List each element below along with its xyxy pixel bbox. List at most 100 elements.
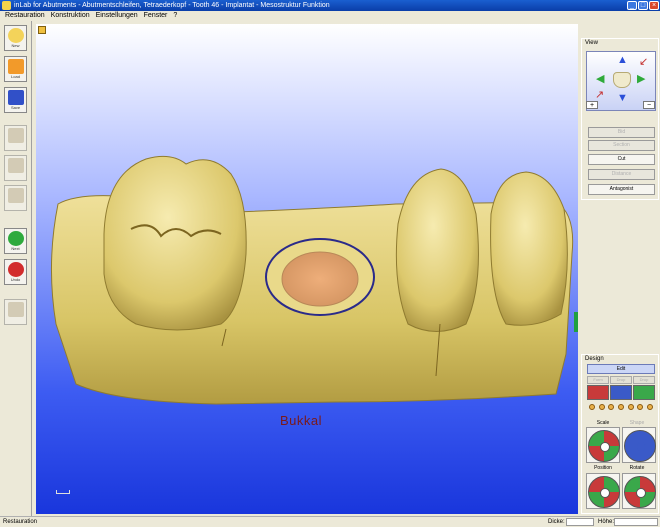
arrow-down-icon[interactable]: ▼	[617, 93, 628, 104]
window-title: inLab for Abutments - Abutmentschleifen,…	[14, 2, 330, 9]
antagonist-button[interactable]: Antagonist	[588, 184, 655, 195]
view-title: View	[585, 40, 598, 46]
dental-model[interactable]	[36, 24, 578, 514]
position-dial-box	[586, 473, 620, 509]
cut-button[interactable]: Cut	[588, 154, 655, 165]
menu-konstruktion[interactable]: Konstruktion	[48, 11, 93, 21]
tooth-premolar-2	[490, 171, 568, 326]
scale-dial-box	[586, 427, 620, 463]
design-title: Design	[585, 356, 604, 362]
rotate-label: Rotate	[629, 465, 645, 471]
restore-tooth-icon	[7, 128, 24, 143]
design-tooth-button[interactable]	[4, 185, 27, 211]
form-tab[interactable]: Form	[587, 376, 609, 384]
save-button[interactable]: Save	[4, 87, 27, 113]
menu-fenster[interactable]: Fenster	[141, 11, 171, 21]
save-disk-icon	[7, 90, 24, 105]
rotate-right-icon[interactable]: ↙	[639, 57, 648, 68]
menu-help[interactable]: ?	[170, 11, 180, 21]
load-label: Load	[11, 74, 20, 79]
left-toolbar: New Load Save Next Undo	[0, 21, 32, 516]
arrow-up-icon[interactable]: ▲	[617, 55, 628, 66]
dot-icon[interactable]	[608, 403, 615, 410]
abutment-top	[281, 251, 359, 307]
scale-label: Scale	[596, 420, 610, 426]
new-icon	[7, 28, 24, 43]
zoom-out-button[interactable]: −	[643, 101, 655, 109]
dot-icon[interactable]	[627, 403, 634, 410]
tooth-molar-left	[103, 155, 247, 331]
dot-icon[interactable]	[637, 403, 644, 410]
menu-bar: Restauration Konstruktion Einstellungen …	[0, 11, 660, 21]
right-panel: View ▲ ▼ ◀ ▶ ↙ ↗ + − Bid Section Cut Dis…	[581, 38, 659, 514]
close-button[interactable]: ×	[649, 1, 659, 10]
position-label: Position	[594, 465, 612, 471]
undo-arrow-icon	[7, 262, 24, 277]
rotate-dial[interactable]	[624, 476, 656, 508]
edit-tab[interactable]: Edit	[587, 364, 655, 374]
new-button[interactable]: New	[4, 25, 27, 51]
shape-dial-box	[622, 427, 656, 463]
app-window: inLab for Abutments - Abutmentschleifen,…	[0, 0, 660, 527]
position-dial[interactable]	[588, 476, 620, 508]
save-label: Save	[10, 105, 21, 110]
view-group: View ▲ ▼ ◀ ▶ ↙ ↗ + − Bid Section Cut Dis…	[581, 38, 659, 200]
hand-tool-green-icon[interactable]	[633, 385, 655, 400]
scale-dial[interactable]	[588, 430, 620, 462]
scale-bar	[56, 490, 70, 494]
export-icon	[7, 302, 24, 317]
hoehe-field	[614, 518, 658, 526]
edit-tooth-icon	[7, 158, 24, 173]
tooth-preview-icon	[613, 72, 631, 88]
rotate-left-icon[interactable]: ↗	[595, 90, 604, 101]
design-subtabs: Form Drop Drop	[587, 376, 655, 384]
maximize-button[interactable]: □	[638, 1, 648, 10]
3d-viewport[interactable]: Bukkal	[36, 24, 578, 514]
dot-icon[interactable]	[617, 403, 624, 410]
shape-label: Shape	[629, 420, 645, 426]
shape-dial[interactable]	[624, 430, 656, 462]
edit-tooth-button[interactable]	[4, 155, 27, 181]
hand-tool-red-icon[interactable]	[587, 385, 609, 400]
dot-icon[interactable]	[598, 403, 605, 410]
arrow-right-icon[interactable]: ▶	[637, 74, 645, 85]
app-logo-icon	[2, 1, 11, 10]
tooth-premolar-1	[395, 168, 479, 332]
tool-size-dots[interactable]	[587, 402, 655, 411]
rotate-dial-box	[622, 473, 656, 509]
drop-tab-2[interactable]: Drop	[633, 376, 655, 384]
load-folder-icon	[7, 59, 24, 74]
export-button[interactable]	[4, 299, 27, 325]
undo-label: Undo	[10, 277, 21, 282]
dicke-field	[566, 518, 594, 526]
next-label: Next	[11, 246, 20, 251]
hoehe-label: Höhe:	[598, 519, 615, 525]
status-bar: Restauration Dicke: Höhe:	[0, 516, 660, 527]
section-button[interactable]: Section	[588, 140, 655, 151]
next-arrow-icon	[7, 231, 24, 246]
design-tooth-icon	[7, 188, 24, 203]
restore-tooth-button[interactable]	[4, 125, 27, 151]
dot-icon[interactable]	[588, 403, 595, 410]
minimize-button[interactable]: _	[627, 1, 637, 10]
bid-button[interactable]: Bid	[588, 127, 655, 138]
design-group: Design Edit Form Drop Drop Scale Shape P…	[581, 354, 659, 514]
hand-tools	[587, 385, 655, 400]
distance-button[interactable]: Distance	[588, 169, 655, 180]
bukkal-label: Bukkal	[280, 413, 323, 428]
title-bar: inLab for Abutments - Abutmentschleifen,…	[0, 0, 660, 11]
hand-tool-blue-icon[interactable]	[610, 385, 632, 400]
dot-icon[interactable]	[647, 403, 654, 410]
menu-restauration[interactable]: Restauration	[2, 11, 48, 21]
next-button[interactable]: Next	[4, 228, 27, 254]
new-label: New	[11, 43, 20, 48]
status-text: Restauration	[3, 519, 38, 525]
dicke-label: Dicke:	[548, 519, 565, 525]
menu-einstellungen[interactable]: Einstellungen	[93, 11, 141, 21]
load-button[interactable]: Load	[4, 56, 27, 82]
drop-tab[interactable]: Drop	[610, 376, 632, 384]
zoom-in-button[interactable]: +	[586, 101, 598, 109]
undo-button[interactable]: Undo	[4, 259, 27, 285]
arrow-left-icon[interactable]: ◀	[596, 74, 604, 85]
side-marker	[574, 312, 578, 332]
